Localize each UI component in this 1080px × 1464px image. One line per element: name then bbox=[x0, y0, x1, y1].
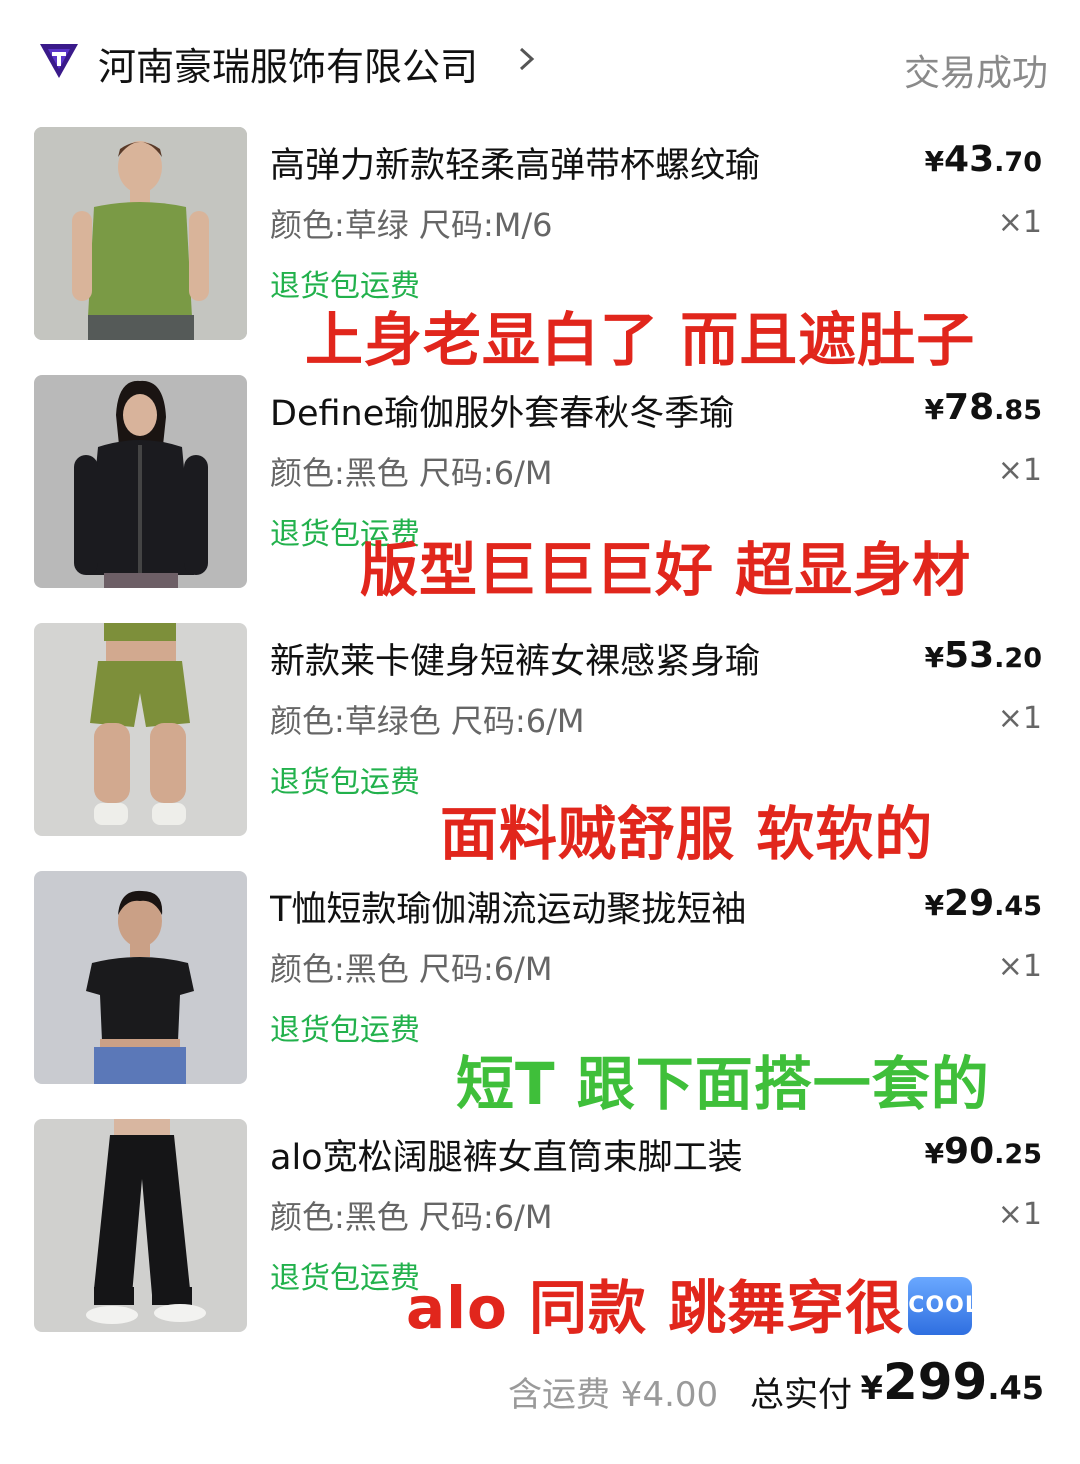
order-item[interactable]: Define瑜伽服外套春秋冬季瑜 ¥78.85 颜色:黑色 尺码:6/M ×1 … bbox=[0, 375, 1080, 623]
refund-shipping-tag: 退货包运费 bbox=[270, 1013, 420, 1048]
product-shape bbox=[88, 202, 192, 317]
order-status: 交易成功 bbox=[903, 53, 1048, 94]
refund-shipping-tag: 退货包运费 bbox=[270, 1261, 420, 1296]
product-thumbnail[interactable] bbox=[34, 623, 247, 836]
order-footer: 含运费 ¥4.00 总实付 ¥299.45 bbox=[0, 1345, 1080, 1445]
product-price: ¥43.70 bbox=[924, 139, 1042, 180]
product-quantity: ×1 bbox=[997, 205, 1042, 240]
product-spec: 颜色:草绿色 尺码:6/M bbox=[270, 702, 585, 740]
product-spec: 颜色:黑色 尺码:6/M bbox=[270, 950, 553, 988]
review-overlay-text: 面料贼舒服 软软的 bbox=[440, 800, 934, 868]
product-title[interactable]: alo宽松阔腿裤女直筒束脚工装 bbox=[270, 1129, 743, 1180]
chevron-right-icon[interactable] bbox=[515, 44, 539, 74]
product-quantity: ×1 bbox=[997, 453, 1042, 488]
order-item[interactable]: alo宽松阔腿裤女直筒束脚工装 ¥90.25 颜色:黑色 尺码:6/M ×1 退… bbox=[0, 1119, 1080, 1367]
order-item[interactable]: T恤短款瑜伽潮流运动聚拢短袖 ¥29.45 颜色:黑色 尺码:6/M ×1 退货… bbox=[0, 871, 1080, 1119]
product-spec: 颜色:黑色 尺码:6/M bbox=[270, 1198, 553, 1236]
review-overlay-text: 版型巨巨巨好 超显身材 bbox=[360, 536, 972, 604]
product-quantity: ×1 bbox=[997, 949, 1042, 984]
product-image-shorts bbox=[34, 623, 247, 836]
product-spec: 颜色:草绿 尺码:M/6 bbox=[270, 206, 553, 244]
order-item[interactable]: 高弹力新款轻柔高弹带杯螺纹瑜 ¥43.70 颜色:草绿 尺码:M/6 ×1 退货… bbox=[0, 127, 1080, 375]
order-header: 河南豪瑞服饰有限公司 交易成功 bbox=[0, 0, 1080, 125]
product-price: ¥53.20 bbox=[924, 635, 1042, 676]
product-quantity: ×1 bbox=[997, 1197, 1042, 1232]
review-overlay-text: 上身老显白了 而且遮肚子 bbox=[305, 306, 976, 374]
product-price: ¥78.85 bbox=[924, 387, 1042, 428]
product-quantity: ×1 bbox=[997, 701, 1042, 736]
product-image-tshirt bbox=[34, 871, 247, 1084]
product-title[interactable]: T恤短款瑜伽潮流运动聚拢短袖 bbox=[270, 881, 746, 932]
product-image-jacket bbox=[34, 375, 247, 588]
product-price: ¥90.25 bbox=[924, 1131, 1042, 1172]
cool-emoji-icon: COOL bbox=[908, 1276, 979, 1335]
product-image-cargo-pants bbox=[34, 1119, 247, 1332]
refund-shipping-tag: 退货包运费 bbox=[270, 765, 420, 800]
product-price: ¥29.45 bbox=[924, 883, 1042, 924]
product-thumbnail[interactable] bbox=[34, 375, 247, 588]
product-title[interactable]: Define瑜伽服外套春秋冬季瑜 bbox=[270, 385, 734, 436]
review-overlay-text: alo 同款 跳舞穿很 COOL bbox=[406, 1274, 980, 1342]
total-paid-amount: ¥299.45 bbox=[860, 1353, 1044, 1411]
product-title[interactable]: 高弹力新款轻柔高弹带杯螺纹瑜 bbox=[270, 137, 760, 188]
product-title[interactable]: 新款莱卡健身短裤女裸感紧身瑜 bbox=[270, 633, 760, 684]
product-image-tank-top bbox=[34, 127, 247, 340]
product-thumbnail[interactable] bbox=[34, 1119, 247, 1332]
shipping-fee: 含运费 ¥4.00 bbox=[508, 1375, 719, 1415]
store-name[interactable]: 河南豪瑞服饰有限公司 bbox=[98, 36, 478, 91]
product-thumbnail[interactable] bbox=[34, 127, 247, 340]
store-logo-icon bbox=[40, 44, 78, 78]
product-thumbnail[interactable] bbox=[34, 871, 247, 1084]
order-item[interactable]: 新款莱卡健身短裤女裸感紧身瑜 ¥53.20 颜色:草绿色 尺码:6/M ×1 退… bbox=[0, 623, 1080, 871]
total-paid-label: 总实付 bbox=[750, 1375, 852, 1415]
review-overlay-text: 短T 跟下面搭一套的 bbox=[456, 1050, 990, 1118]
product-spec: 颜色:黑色 尺码:6/M bbox=[270, 454, 553, 492]
